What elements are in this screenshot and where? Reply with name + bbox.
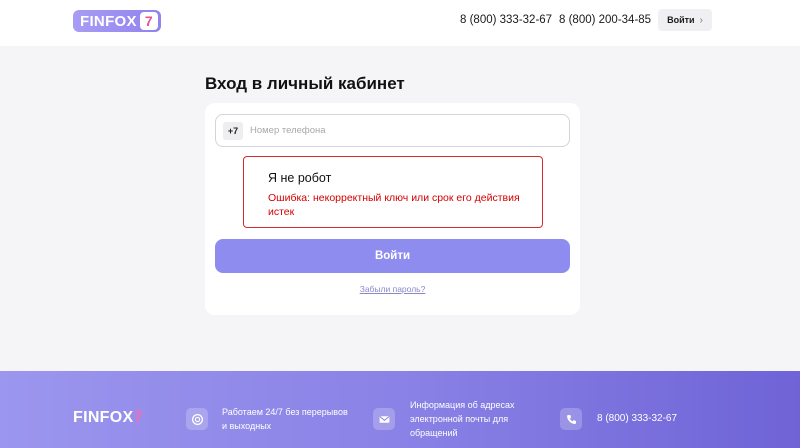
phone-field[interactable]: +7 <box>215 114 570 147</box>
captcha-box[interactable]: Я не робот Ошибка: некорректный ключ или… <box>243 156 543 228</box>
forgot-password-link[interactable]: Забыли пароль? <box>205 284 580 294</box>
login-card: +7 Я не робот Ошибка: некорректный ключ … <box>205 103 580 315</box>
captcha-title: Я не робот <box>268 171 332 185</box>
chevron-right-icon: › <box>699 14 703 26</box>
submit-login-label: Войти <box>374 250 411 262</box>
logo-text: FINFOX <box>80 12 137 30</box>
footer-logo-number: 7 <box>133 409 143 426</box>
footer-logo[interactable]: FINFOX7 <box>73 409 143 427</box>
logo[interactable]: FINFOX 7 <box>73 10 161 32</box>
phone-icon <box>560 408 582 430</box>
footer-working-hours: Работаем 24/7 без перерывов и выходных <box>222 407 348 431</box>
mail-icon <box>373 408 395 430</box>
captcha-error-message: Ошибка: некорректный ключ или срок его д… <box>268 192 520 218</box>
page-title: Вход в личный кабинет <box>205 74 405 93</box>
header-login-button[interactable]: Войти › <box>658 9 712 31</box>
clock-icon <box>186 408 208 430</box>
footer-email-info-link[interactable]: Информация об адресах электронной почты … <box>410 398 540 440</box>
header-login-label: Войти <box>667 15 695 25</box>
header: FINFOX 7 8 (800) 333-32-67 8 (800) 200-3… <box>0 0 800 46</box>
logo-number: 7 <box>139 12 158 30</box>
phone-input[interactable] <box>250 125 550 136</box>
footer-logo-text: FINFOX <box>73 409 134 426</box>
phone-prefix: +7 <box>223 121 243 140</box>
header-phone-2[interactable]: 8 (800) 200-34-85 <box>559 14 651 26</box>
footer-phone[interactable]: 8 (800) 333-32-67 <box>597 412 677 426</box>
footer: FINFOX7 Работаем 24/7 без перерывов и вы… <box>0 371 800 448</box>
submit-login-button[interactable]: Войти <box>215 239 570 273</box>
header-phone-1[interactable]: 8 (800) 333-32-67 <box>460 14 552 26</box>
